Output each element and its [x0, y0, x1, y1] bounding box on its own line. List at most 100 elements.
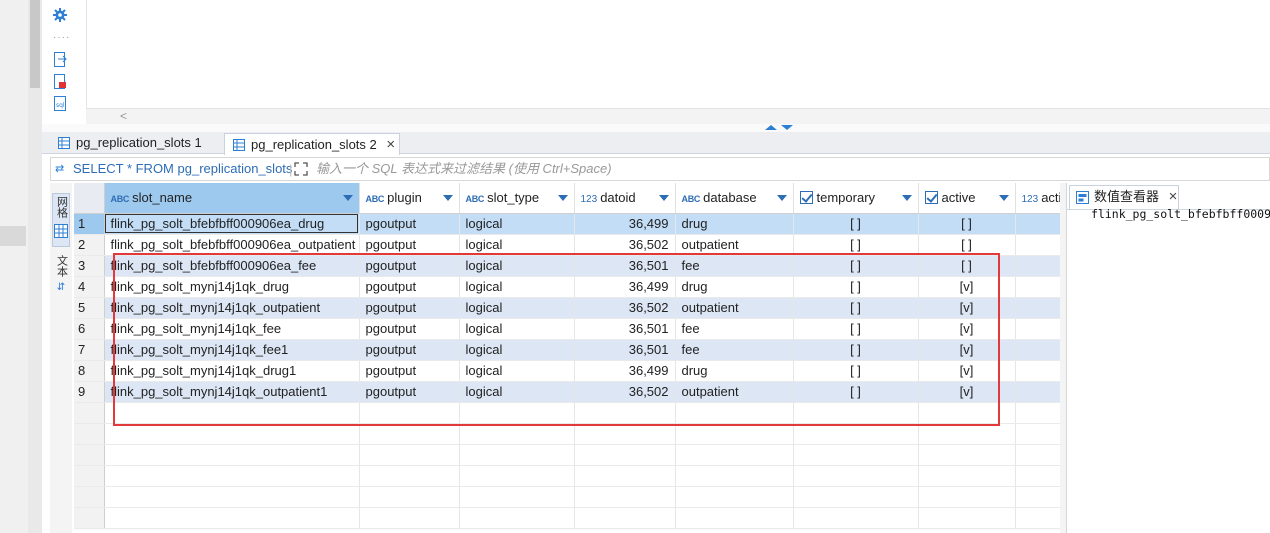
sash-toggle-icon[interactable]: [765, 124, 801, 132]
empty-row-number: [74, 465, 105, 487]
column-name: active: [941, 190, 976, 206]
cell-active-pid[interactable]: [1015, 213, 1065, 235]
empty-cell: [459, 423, 575, 445]
column-header-slot-name[interactable]: ABC slot_name: [104, 183, 360, 214]
sort-dropdown-icon[interactable]: [998, 195, 1009, 201]
cell-active-pid[interactable]: [1015, 381, 1065, 403]
empty-cell: [104, 507, 360, 529]
filter-separator: |: [289, 162, 293, 177]
row-number[interactable]: 6: [74, 318, 105, 340]
panel-sash[interactable]: [42, 124, 1270, 132]
empty-cell: [1015, 402, 1065, 424]
sort-dropdown-icon[interactable]: [442, 195, 453, 201]
cell-datoid[interactable]: 36,502: [574, 234, 676, 256]
cell-active[interactable]: [ ]: [918, 234, 1016, 256]
number-type-icon: 123: [1021, 194, 1039, 206]
empty-cell: [574, 444, 676, 466]
empty-cell: [675, 423, 794, 445]
row-number-header[interactable]: [74, 183, 105, 214]
column-name: temporary: [816, 190, 876, 206]
value-viewer-title: 数值查看器: [1094, 189, 1160, 204]
tab-grid-view[interactable]: 网格: [52, 193, 70, 247]
result-tabs-bar: pg_replication_slots 1 pg_replication_sl…: [42, 132, 1270, 155]
cell-slot-type[interactable]: logical: [459, 213, 575, 235]
text-type-icon: ABC: [681, 194, 701, 205]
tab-close-icon[interactable]: ×: [386, 136, 395, 153]
cell-active-pid[interactable]: [1015, 255, 1065, 277]
delete-file-icon[interactable]: [54, 74, 67, 92]
value-viewer-tab[interactable]: 数值查看器 ×: [1069, 185, 1179, 209]
column-header-slot-type[interactable]: ABC slot_type: [459, 183, 575, 214]
sql-file-icon[interactable]: sql: [54, 96, 67, 114]
sort-dropdown-icon[interactable]: [342, 195, 353, 201]
text-type-icon: ABC: [365, 194, 385, 205]
row-number[interactable]: 1: [74, 213, 105, 235]
grid-view-label: 网格: [55, 196, 68, 218]
cell-database[interactable]: drug: [675, 213, 794, 235]
empty-cell: [1015, 507, 1065, 529]
tab-result-1-label: pg_replication_slots 1: [76, 135, 202, 150]
cell-slot-name[interactable]: flink_pg_solt_bfebfbff000906ea_outpatien…: [104, 234, 360, 256]
column-header-temporary[interactable]: temporary: [793, 183, 919, 214]
cell-active-pid[interactable]: [1015, 318, 1065, 340]
cell-active[interactable]: [ ]: [918, 213, 1016, 235]
scroll-left-glyph[interactable]: <: [120, 109, 127, 123]
row-number[interactable]: 8: [74, 360, 105, 382]
empty-cell: [675, 444, 794, 466]
column-header-database[interactable]: ABC database: [675, 183, 794, 214]
tab-result-2[interactable]: pg_replication_slots 2 ×: [224, 133, 400, 155]
row-number[interactable]: 3: [74, 255, 105, 277]
sort-dropdown-icon[interactable]: [776, 195, 787, 201]
cell-active-pid[interactable]: [1015, 339, 1065, 361]
column-header-datoid[interactable]: 123 datoid: [574, 183, 676, 214]
filter-bar[interactable]: ⇄ SELECT * FROM pg_replication_slots | 输…: [50, 157, 1270, 181]
cell-plugin[interactable]: pgoutput: [359, 213, 460, 235]
row-number[interactable]: 9: [74, 381, 105, 403]
tab-result-1[interactable]: pg_replication_slots 1: [50, 132, 220, 154]
table-row[interactable]: 1 flink_pg_solt_bfebfbff000906ea_drug pg…: [74, 213, 1065, 235]
export-icon[interactable]: [54, 52, 67, 70]
cell-active-pid[interactable]: [1015, 360, 1065, 382]
sort-dropdown-icon[interactable]: [658, 195, 669, 201]
cell-active-pid[interactable]: [1015, 276, 1065, 298]
column-header-active[interactable]: active: [918, 183, 1016, 214]
expand-icon[interactable]: [294, 161, 308, 183]
filter-input[interactable]: 输入一个 SQL 表达式来过滤结果 (使用 Ctrl+Space): [316, 158, 612, 180]
row-number[interactable]: 7: [74, 339, 105, 361]
table-row[interactable]: 2 flink_pg_solt_bfebfbff000906ea_outpati…: [74, 234, 1065, 256]
outer-splitter-handle[interactable]: [0, 226, 26, 246]
cell-temporary[interactable]: [ ]: [793, 234, 919, 256]
cell-temporary[interactable]: [ ]: [793, 213, 919, 235]
empty-cell: [104, 444, 360, 466]
settings-gear-icon[interactable]: [53, 8, 67, 25]
row-number[interactable]: 4: [74, 276, 105, 298]
value-viewer-close-icon[interactable]: ×: [1169, 188, 1178, 205]
boolean-type-icon: [924, 191, 938, 205]
row-number[interactable]: 2: [74, 234, 105, 256]
sql-editor[interactable]: [86, 0, 1270, 108]
sort-dropdown-icon[interactable]: [901, 195, 912, 201]
text-type-icon: ABC: [110, 194, 130, 205]
editor-horizontal-scrollbar[interactable]: <: [86, 108, 1270, 124]
cell-active-pid[interactable]: [1015, 297, 1065, 319]
column-header-plugin[interactable]: ABC plugin: [359, 183, 460, 214]
column-header-active-pid[interactable]: 123activ: [1015, 183, 1065, 214]
empty-row-number: [74, 423, 105, 445]
cell-slot-type[interactable]: logical: [459, 234, 575, 256]
cell-slot-name[interactable]: flink_pg_solt_bfebfbff000906ea_drug: [104, 213, 360, 235]
empty-cell: [459, 444, 575, 466]
empty-cell: [793, 465, 919, 487]
tab-result-2-label: pg_replication_slots 2: [251, 137, 377, 152]
empty-row-number: [74, 507, 105, 529]
cell-database[interactable]: outpatient: [675, 234, 794, 256]
value-viewer-content[interactable]: flink_pg_solt_bfebfbff0009: [1091, 207, 1270, 221]
cell-datoid[interactable]: 36,499: [574, 213, 676, 235]
sort-dropdown-icon[interactable]: [557, 195, 568, 201]
row-number[interactable]: 5: [74, 297, 105, 319]
cell-plugin[interactable]: pgoutput: [359, 234, 460, 256]
empty-cell: [459, 507, 575, 529]
outer-scrollbar[interactable]: [28, 0, 42, 533]
cell-active-pid[interactable]: [1015, 234, 1065, 256]
outer-scrollbar-thumb[interactable]: [30, 0, 40, 88]
tab-text-view[interactable]: 文本 ⇵: [52, 255, 70, 301]
